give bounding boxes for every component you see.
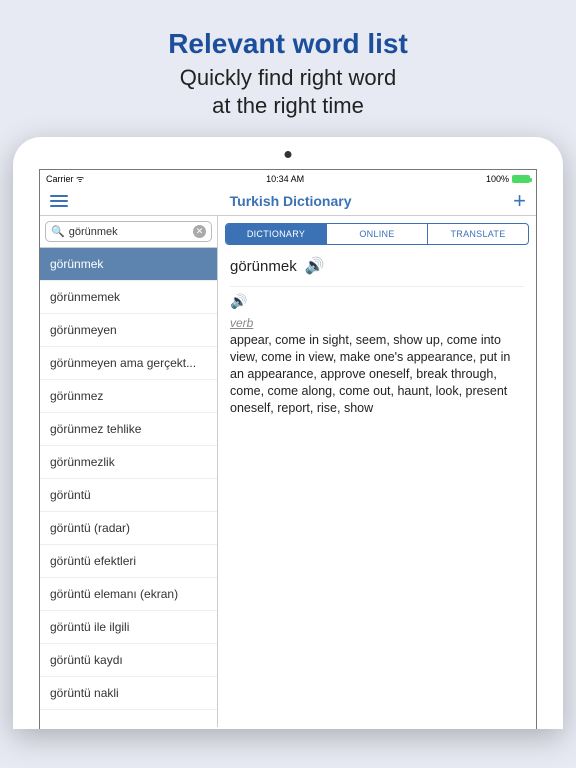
sidebar: 🔍 ✕ görünmekgörünmemekgörünmeyengörünmey… xyxy=(40,216,218,727)
list-item[interactable]: görüntü elemanı (ekran) xyxy=(40,578,217,611)
device-frame: Carrier ᯤ 10:34 AM 100% Turkish Dictiona… xyxy=(13,137,563,729)
list-item[interactable]: görüntü nakli xyxy=(40,677,217,710)
list-item[interactable]: görünmeyen xyxy=(40,314,217,347)
word-list[interactable]: görünmekgörünmemekgörünmeyengörünmeyen a… xyxy=(40,248,217,727)
search-input[interactable] xyxy=(69,226,189,238)
headword: görünmek xyxy=(230,258,297,275)
definition-text: appear, come in sight, seem, show up, co… xyxy=(230,332,524,416)
battery-icon xyxy=(512,175,530,183)
tab-bar: DICTIONARYONLINETRANSLATE xyxy=(225,223,529,245)
dictionary-entry: görünmek 🔊 🔊 verb appear, come in sight,… xyxy=(218,252,536,428)
list-item[interactable]: görünmez tehlike xyxy=(40,413,217,446)
promo-sub: Quickly find right word at the right tim… xyxy=(0,64,576,119)
list-item[interactable]: görünmek xyxy=(40,248,217,281)
search-box[interactable]: 🔍 ✕ xyxy=(45,221,212,242)
list-item[interactable]: görüntü (radar) xyxy=(40,512,217,545)
list-item[interactable]: görüntü kaydı xyxy=(40,644,217,677)
list-item[interactable]: görüntü efektleri xyxy=(40,545,217,578)
device-camera xyxy=(285,151,292,158)
add-button[interactable]: + xyxy=(513,194,526,208)
battery-percent: 100% xyxy=(486,174,509,184)
tab-translate[interactable]: TRANSLATE xyxy=(427,224,528,244)
pronounce-button-secondary[interactable]: 🔊 xyxy=(230,293,247,309)
list-item[interactable]: görünmemek xyxy=(40,281,217,314)
list-item[interactable]: görünmeyen ama gerçekt... xyxy=(40,347,217,380)
app-title: Turkish Dictionary xyxy=(230,193,352,209)
part-of-speech: verb xyxy=(230,316,524,330)
pronounce-button[interactable]: 🔊 xyxy=(305,256,325,276)
menu-button[interactable] xyxy=(50,195,68,207)
tab-dictionary[interactable]: DICTIONARY xyxy=(226,224,326,244)
main-panel: DICTIONARYONLINETRANSLATE görünmek 🔊 🔊 v… xyxy=(218,216,536,727)
wifi-icon: ᯤ xyxy=(76,174,84,184)
promo-headline: Relevant word list xyxy=(0,28,576,60)
tab-online[interactable]: ONLINE xyxy=(326,224,427,244)
carrier-label: Carrier ᯤ xyxy=(46,172,84,185)
list-item[interactable]: görüntü xyxy=(40,479,217,512)
list-item[interactable]: görünmezlik xyxy=(40,446,217,479)
nav-bar: Turkish Dictionary + xyxy=(40,187,536,216)
search-icon: 🔍 xyxy=(51,225,65,238)
promo-banner: Relevant word list Quickly find right wo… xyxy=(0,0,576,137)
clear-search-button[interactable]: ✕ xyxy=(193,225,206,238)
list-item[interactable]: görünmez xyxy=(40,380,217,413)
app-screen: Carrier ᯤ 10:34 AM 100% Turkish Dictiona… xyxy=(39,169,537,729)
list-item[interactable]: görüntü ile ilgili xyxy=(40,611,217,644)
clock: 10:34 AM xyxy=(266,174,304,184)
status-bar: Carrier ᯤ 10:34 AM 100% xyxy=(40,170,536,187)
